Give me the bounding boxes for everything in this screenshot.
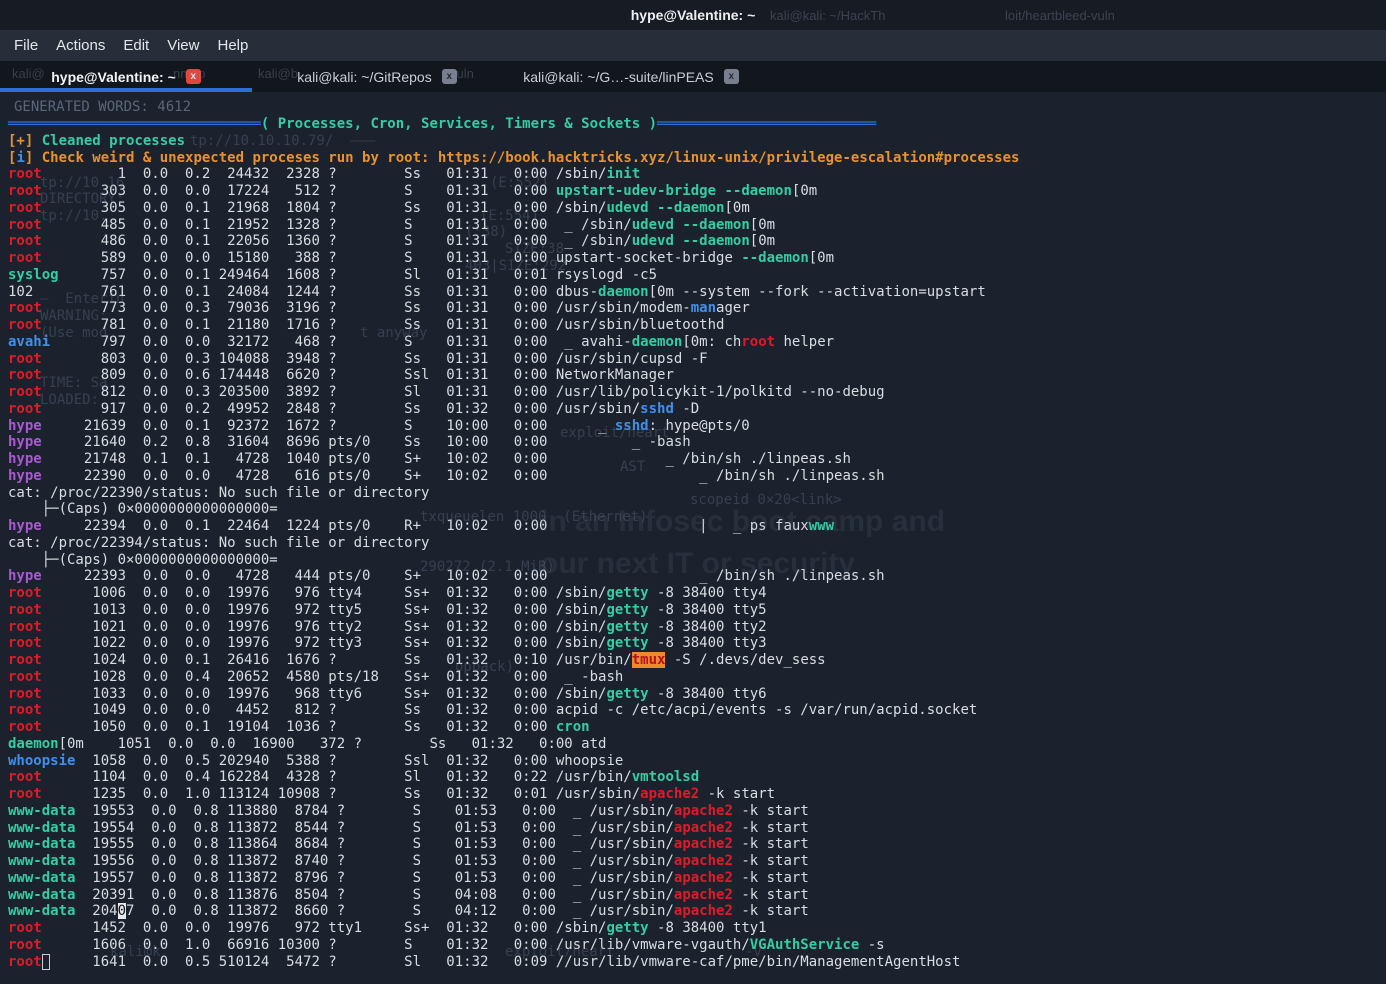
tab-label: kali@kali: ~/GitRepos xyxy=(297,69,431,85)
terminal-line: root 1033 0.0 0.0 19976 968 tty6 Ss+ 01:… xyxy=(8,686,1019,703)
terminal-line: root 803 0.0 0.3 104088 3948 ? Ss 01:31 … xyxy=(8,351,1019,368)
terminal-line: root 1641 0.0 0.5 510124 5472 ? Sl 01:32… xyxy=(8,954,1019,971)
terminal-line: hype 21639 0.0 0.1 92372 1672 ? S 10:00 … xyxy=(8,418,1019,435)
terminal-line: root 1 0.0 0.2 24432 2328 ? Ss 01:31 0:0… xyxy=(8,166,1019,183)
window-titlebar[interactable]: hype@Valentine: ~ xyxy=(0,0,1386,30)
menu-item-view[interactable]: View xyxy=(158,33,208,58)
terminal-line: hype 22393 0.0 0.0 4728 444 pts/0 S+ 10:… xyxy=(8,568,1019,585)
terminal-line: 102 761 0.0 0.1 24084 1244 ? Ss 01:31 0:… xyxy=(8,284,1019,301)
terminal-line: hype 22394 0.0 0.1 22464 1224 pts/0 R+ 1… xyxy=(8,518,1019,535)
terminal-line: root 486 0.0 0.1 22056 1360 ? S 01:31 0:… xyxy=(8,233,1019,250)
menu-item-actions[interactable]: Actions xyxy=(47,33,114,58)
menu-item-help[interactable]: Help xyxy=(208,33,257,58)
terminal-line: root 1006 0.0 0.0 19976 976 tty4 Ss+ 01:… xyxy=(8,585,1019,602)
terminal-line: www-data 20407 0.0 0.8 113872 8660 ? S 0… xyxy=(8,903,1019,920)
terminal-line: root 589 0.0 0.0 15180 388 ? S 01:31 0:0… xyxy=(8,250,1019,267)
terminal-line: root 305 0.0 0.1 21968 1804 ? Ss 01:31 0… xyxy=(8,200,1019,217)
tab-label: kali@kali: ~/G…-suite/linPEAS xyxy=(523,69,713,85)
terminal-line: whoopsie 1058 0.0 0.5 202940 5388 ? Ssl … xyxy=(8,753,1019,770)
terminal-line: syslog 757 0.0 0.1 249464 1608 ? Sl 01:3… xyxy=(8,267,1019,284)
tab-close-icon[interactable]: x xyxy=(442,69,457,84)
tab-close-icon[interactable]: x xyxy=(186,69,201,84)
active-tab-indicator xyxy=(0,88,252,92)
terminal-line: www-data 19557 0.0 0.8 113872 8796 ? S 0… xyxy=(8,870,1019,887)
tab-2[interactable]: kali@kali: ~/GitRepos x xyxy=(252,61,502,92)
terminal-line: ├─(Caps) 0×0000000000000000= xyxy=(8,501,1019,518)
terminal-output-area[interactable]: ══════════════════════════════( Processe… xyxy=(0,92,1386,984)
terminal-line: avahi 797 0.0 0.0 32172 468 ? S 01:31 0:… xyxy=(8,334,1019,351)
terminal-line: [i] Check weird & unexpected proceses ru… xyxy=(8,150,1019,167)
menu-item-file[interactable]: File xyxy=(5,33,47,58)
terminal-line: ══════════════════════════════( Processe… xyxy=(8,116,1019,133)
terminal-line: root 1013 0.0 0.0 19976 972 tty5 Ss+ 01:… xyxy=(8,602,1019,619)
terminal-lines: ══════════════════════════════( Processe… xyxy=(8,116,1019,970)
terminal-line: hype 21640 0.2 0.8 31604 8696 pts/0 Ss 1… xyxy=(8,434,1019,451)
terminal-line: root 1235 0.0 1.0 113124 10908 ? Ss 01:3… xyxy=(8,786,1019,803)
menu-bar: FileActionsEditViewHelp xyxy=(0,30,1386,61)
terminal-line: root 1050 0.0 0.1 19104 1036 ? Ss 01:32 … xyxy=(8,719,1019,736)
terminal-line: root 1021 0.0 0.0 19976 976 tty2 Ss+ 01:… xyxy=(8,619,1019,636)
tab-3[interactable]: kali@kali: ~/G…-suite/linPEAS x xyxy=(502,61,760,92)
terminal-line: www-data 19554 0.0 0.8 113872 8544 ? S 0… xyxy=(8,820,1019,837)
terminal-line: cat: /proc/22394/status: No such file or… xyxy=(8,535,1019,552)
menu-item-edit[interactable]: Edit xyxy=(114,33,158,58)
terminal-line: www-data 19556 0.0 0.8 113872 8740 ? S 0… xyxy=(8,853,1019,870)
terminal-line: www-data 20391 0.0 0.8 113876 8504 ? S 0… xyxy=(8,887,1019,904)
terminal-line: root 1049 0.0 0.0 4452 812 ? Ss 01:32 0:… xyxy=(8,702,1019,719)
terminal-line: root 781 0.0 0.1 21180 1716 ? Ss 01:31 0… xyxy=(8,317,1019,334)
terminal-line: root 1028 0.0 0.4 20652 4580 pts/18 Ss+ … xyxy=(8,669,1019,686)
terminal-line: cat: /proc/22390/status: No such file or… xyxy=(8,485,1019,502)
terminal-line: root 1606 0.0 1.0 66916 10300 ? S 01:32 … xyxy=(8,937,1019,954)
terminal-line: root 485 0.0 0.1 21952 1328 ? S 01:31 0:… xyxy=(8,217,1019,234)
terminal-line: hype 21748 0.1 0.1 4728 1040 pts/0 S+ 10… xyxy=(8,451,1019,468)
terminal-line: root 1024 0.0 0.1 26416 1676 ? Ss 01:32 … xyxy=(8,652,1019,669)
terminal-line: root 1452 0.0 0.0 19976 972 tty1 Ss+ 01:… xyxy=(8,920,1019,937)
terminal-line: root 809 0.0 0.6 174448 6620 ? Ssl 01:31… xyxy=(8,367,1019,384)
terminal-line: root 1104 0.0 0.4 162284 4328 ? Sl 01:32… xyxy=(8,769,1019,786)
terminal-line: hype 22390 0.0 0.0 4728 616 pts/0 S+ 10:… xyxy=(8,468,1019,485)
terminal-line: root 303 0.0 0.0 17224 512 ? S 01:31 0:0… xyxy=(8,183,1019,200)
terminal-line: root 773 0.0 0.3 79036 3196 ? Ss 01:31 0… xyxy=(8,300,1019,317)
terminal-line: ├─(Caps) 0×0000000000000000= xyxy=(8,552,1019,569)
terminal-line: root 1022 0.0 0.0 19976 972 tty3 Ss+ 01:… xyxy=(8,635,1019,652)
terminal-line: www-data 19555 0.0 0.8 113864 8684 ? S 0… xyxy=(8,836,1019,853)
terminal-line: root 917 0.0 0.2 49952 2848 ? Ss 01:32 0… xyxy=(8,401,1019,418)
window-title: hype@Valentine: ~ xyxy=(0,7,1386,23)
tab-label: hype@Valentine: ~ xyxy=(51,69,176,85)
terminal-line: [+] Cleaned processes xyxy=(8,133,1019,150)
terminal-line: root 812 0.0 0.3 203500 3892 ? Sl 01:31 … xyxy=(8,384,1019,401)
terminal-line: daemon[0m 1051 0.0 0.0 16900 372 ? Ss 01… xyxy=(8,736,1019,753)
tab-close-icon[interactable]: x xyxy=(724,69,739,84)
terminal-line: www-data 19553 0.0 0.8 113880 8784 ? S 0… xyxy=(8,803,1019,820)
